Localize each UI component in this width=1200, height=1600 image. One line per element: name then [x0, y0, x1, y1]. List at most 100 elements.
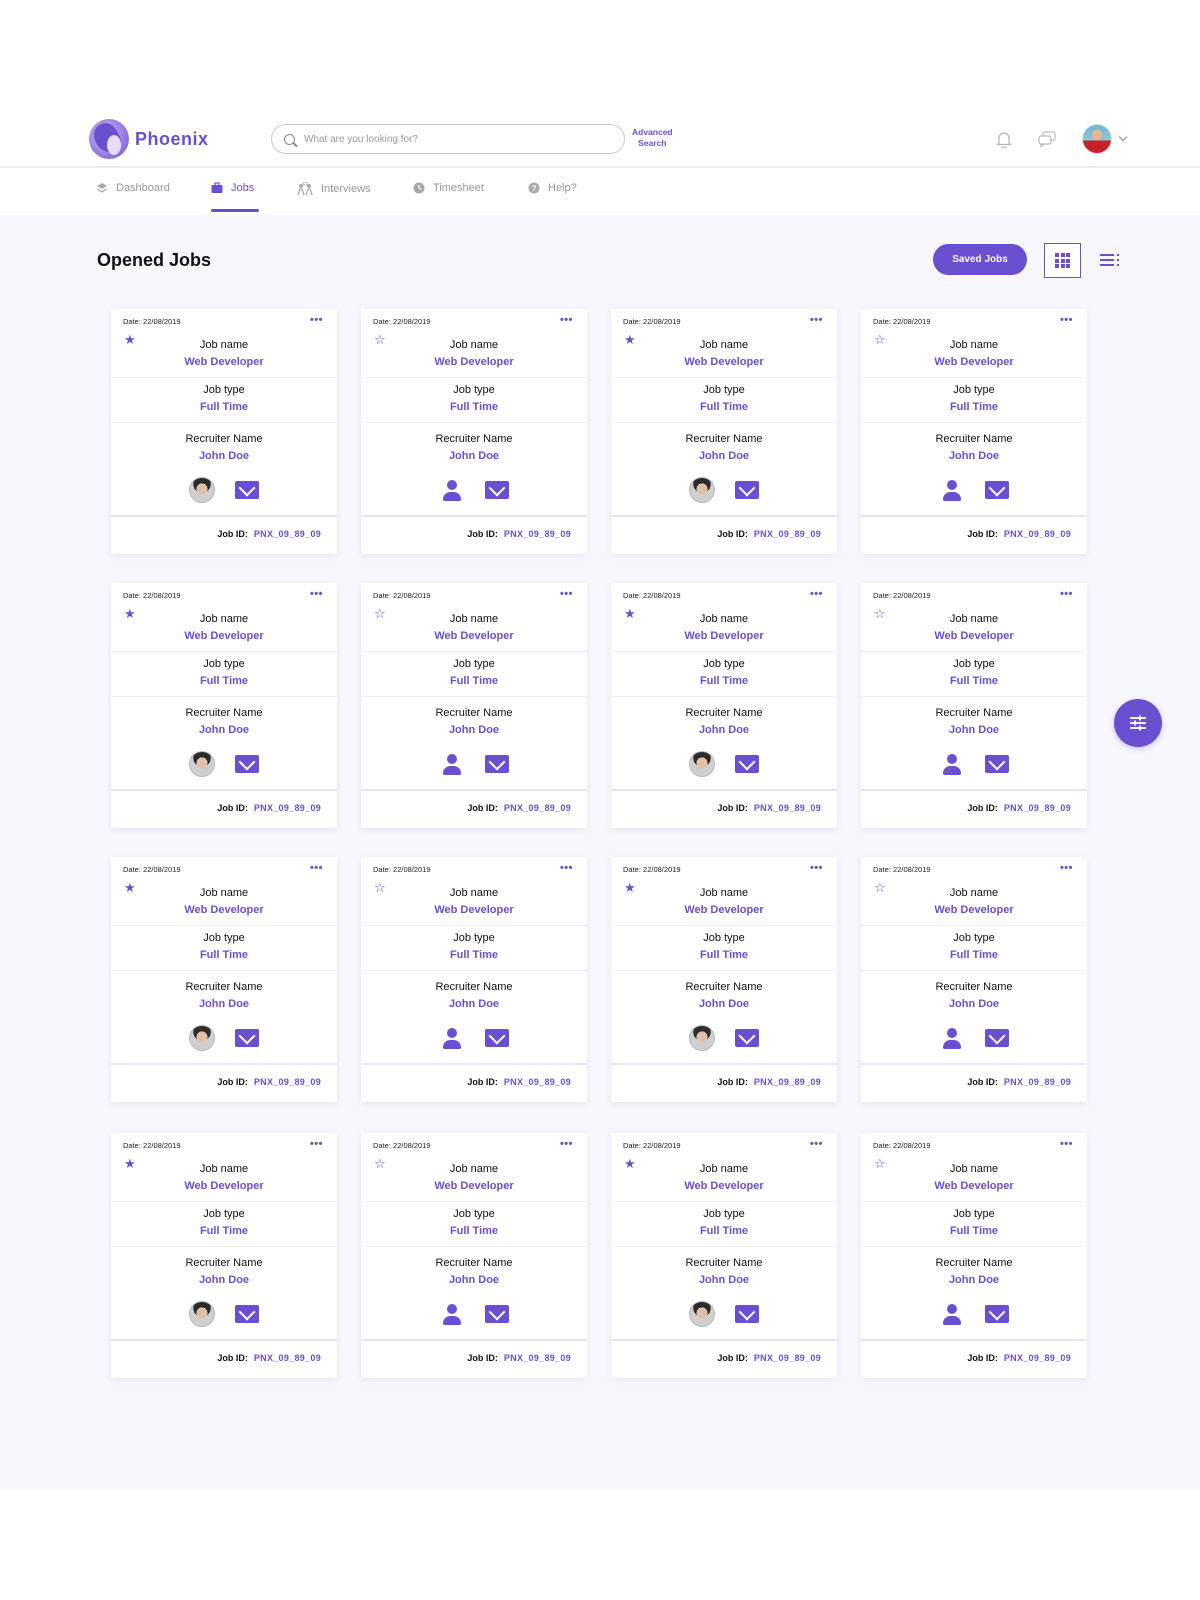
recruiter-value[interactable]: John Doe	[111, 450, 337, 462]
mail-icon[interactable]	[735, 481, 759, 499]
user-icon[interactable]	[439, 1301, 465, 1327]
recruiter-avatar[interactable]	[689, 1025, 715, 1051]
mail-icon[interactable]	[985, 481, 1009, 499]
recruiter-value[interactable]: John Doe	[861, 1274, 1087, 1286]
more-options-icon[interactable]: •••	[1060, 862, 1073, 874]
more-options-icon[interactable]: •••	[1060, 1138, 1073, 1150]
more-options-icon[interactable]: •••	[810, 588, 823, 600]
mail-icon[interactable]	[735, 1029, 759, 1047]
recruiter-value[interactable]: John Doe	[361, 1274, 587, 1286]
more-options-icon[interactable]: •••	[560, 588, 573, 600]
job-card[interactable]: Date: 22/08/2019 ••• ☆ Job name Web Deve…	[361, 583, 587, 828]
mail-icon[interactable]	[235, 755, 259, 773]
mail-icon[interactable]	[235, 1305, 259, 1323]
more-options-icon[interactable]: •••	[810, 314, 823, 326]
mail-icon[interactable]	[485, 1305, 509, 1323]
mail-icon[interactable]	[985, 755, 1009, 773]
advanced-search-link[interactable]: Advanced Search	[632, 127, 673, 149]
more-options-icon[interactable]: •••	[810, 1138, 823, 1150]
mail-icon[interactable]	[485, 755, 509, 773]
recruiter-value[interactable]: John Doe	[611, 450, 837, 462]
job-card[interactable]: Date: 22/08/2019 ••• ★ Job name Web Deve…	[111, 583, 337, 828]
mail-icon[interactable]	[485, 481, 509, 499]
job-name-section: Job name Web Developer	[111, 887, 337, 916]
bell-icon[interactable]	[996, 130, 1012, 148]
mail-icon[interactable]	[235, 481, 259, 499]
user-icon[interactable]	[939, 1025, 965, 1051]
nav-item-dashboard[interactable]: Dashboard	[96, 182, 170, 194]
job-card[interactable]: Date: 22/08/2019 ••• ☆ Job name Web Deve…	[361, 1133, 587, 1378]
divider	[361, 1246, 587, 1247]
search-input[interactable]	[304, 133, 604, 145]
grid-view-button[interactable]	[1044, 243, 1081, 278]
saved-jobs-button[interactable]: Saved Jobs	[933, 244, 1027, 275]
recruiter-avatar[interactable]	[689, 751, 715, 777]
job-card[interactable]: Date: 22/08/2019 ••• ★ Job name Web Deve…	[611, 857, 837, 1102]
more-options-icon[interactable]: •••	[310, 588, 323, 600]
divider	[361, 970, 587, 971]
recruiter-value[interactable]: John Doe	[611, 724, 837, 736]
recruiter-avatar[interactable]	[189, 1025, 215, 1051]
recruiter-avatar[interactable]	[189, 1301, 215, 1327]
recruiter-avatar[interactable]	[689, 477, 715, 503]
recruiter-value[interactable]: John Doe	[361, 724, 587, 736]
recruiter-value[interactable]: John Doe	[111, 1274, 337, 1286]
job-card[interactable]: Date: 22/08/2019 ••• ☆ Job name Web Deve…	[861, 583, 1087, 828]
job-card[interactable]: Date: 22/08/2019 ••• ☆ Job name Web Deve…	[861, 857, 1087, 1102]
recruiter-avatar[interactable]	[189, 751, 215, 777]
mail-icon[interactable]	[235, 1029, 259, 1047]
nav-item-interviews[interactable]: Interviews	[297, 182, 371, 196]
logo[interactable]: Phoenix	[89, 119, 209, 159]
job-card[interactable]: Date: 22/08/2019 ••• ☆ Job name Web Deve…	[361, 857, 587, 1102]
job-card[interactable]: Date: 22/08/2019 ••• ★ Job name Web Deve…	[111, 309, 337, 554]
more-options-icon[interactable]: •••	[310, 314, 323, 326]
more-options-icon[interactable]: •••	[560, 1138, 573, 1150]
more-options-icon[interactable]: •••	[310, 862, 323, 874]
recruiter-avatar[interactable]	[189, 477, 215, 503]
more-options-icon[interactable]: •••	[810, 862, 823, 874]
filter-button[interactable]	[1114, 699, 1162, 747]
recruiter-value[interactable]: John Doe	[361, 998, 587, 1010]
job-card[interactable]: Date: 22/08/2019 ••• ★ Job name Web Deve…	[111, 1133, 337, 1378]
recruiter-value[interactable]: John Doe	[611, 998, 837, 1010]
mail-icon[interactable]	[735, 755, 759, 773]
more-options-icon[interactable]: •••	[1060, 588, 1073, 600]
recruiter-value[interactable]: John Doe	[611, 1274, 837, 1286]
chevron-down-icon[interactable]	[1118, 132, 1128, 142]
nav-item-help[interactable]: ? Help?	[528, 182, 577, 194]
job-card[interactable]: Date: 22/08/2019 ••• ☆ Job name Web Deve…	[861, 309, 1087, 554]
user-icon[interactable]	[439, 1025, 465, 1051]
user-icon[interactable]	[439, 751, 465, 777]
recruiter-value[interactable]: John Doe	[111, 998, 337, 1010]
job-card[interactable]: Date: 22/08/2019 ••• ☆ Job name Web Deve…	[361, 309, 587, 554]
job-card[interactable]: Date: 22/08/2019 ••• ★ Job name Web Deve…	[611, 309, 837, 554]
nav-item-timesheet[interactable]: Timesheet	[413, 182, 484, 194]
mail-icon[interactable]	[485, 1029, 509, 1047]
recruiter-value[interactable]: John Doe	[111, 724, 337, 736]
job-card[interactable]: Date: 22/08/2019 ••• ☆ Job name Web Deve…	[861, 1133, 1087, 1378]
chat-icon[interactable]	[1038, 131, 1056, 147]
recruiter-value[interactable]: John Doe	[861, 450, 1087, 462]
more-options-icon[interactable]: •••	[560, 862, 573, 874]
recruiter-value[interactable]: John Doe	[861, 998, 1087, 1010]
job-card[interactable]: Date: 22/08/2019 ••• ★ Job name Web Deve…	[611, 583, 837, 828]
more-options-icon[interactable]: •••	[310, 1138, 323, 1150]
user-icon[interactable]	[939, 1301, 965, 1327]
user-avatar[interactable]	[1082, 124, 1112, 154]
nav-item-jobs[interactable]: Jobs	[211, 182, 254, 194]
mail-icon[interactable]	[985, 1029, 1009, 1047]
job-card[interactable]: Date: 22/08/2019 ••• ★ Job name Web Deve…	[111, 857, 337, 1102]
user-icon[interactable]	[939, 751, 965, 777]
mail-icon[interactable]	[735, 1305, 759, 1323]
recruiter-value[interactable]: John Doe	[361, 450, 587, 462]
recruiter-value[interactable]: John Doe	[861, 724, 1087, 736]
search-box[interactable]	[271, 124, 625, 154]
recruiter-avatar[interactable]	[689, 1301, 715, 1327]
more-options-icon[interactable]: •••	[560, 314, 573, 326]
mail-icon[interactable]	[985, 1305, 1009, 1323]
user-icon[interactable]	[939, 477, 965, 503]
job-card[interactable]: Date: 22/08/2019 ••• ★ Job name Web Deve…	[611, 1133, 837, 1378]
list-view-button[interactable]	[1100, 253, 1119, 267]
user-icon[interactable]	[439, 477, 465, 503]
more-options-icon[interactable]: •••	[1060, 314, 1073, 326]
